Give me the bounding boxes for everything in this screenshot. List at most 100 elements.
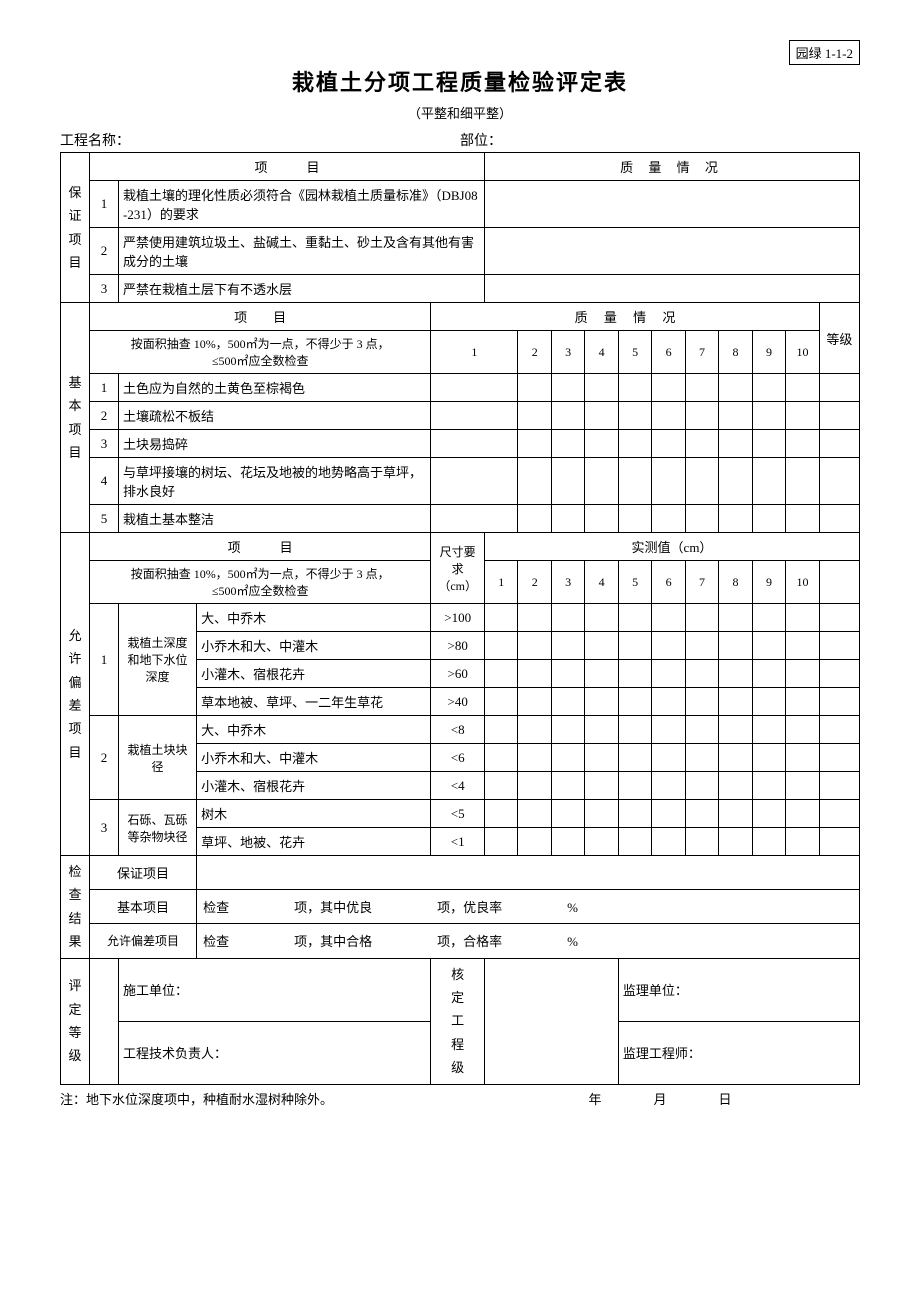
- value-cell[interactable]: [585, 660, 618, 688]
- value-cell[interactable]: [752, 604, 785, 632]
- value-cell[interactable]: [786, 800, 819, 828]
- value-cell[interactable]: [719, 716, 752, 744]
- value-cell[interactable]: [685, 458, 718, 505]
- value-cell[interactable]: [752, 505, 785, 533]
- value-cell[interactable]: [719, 458, 752, 505]
- value-cell[interactable]: [585, 716, 618, 744]
- results-basic-text[interactable]: 检查 项，其中优良 项，优良率 %: [197, 890, 860, 924]
- value-cell[interactable]: [551, 800, 584, 828]
- value-cell[interactable]: [484, 604, 517, 632]
- value-cell[interactable]: [752, 772, 785, 800]
- value-cell[interactable]: [719, 604, 752, 632]
- value-cell[interactable]: [618, 430, 651, 458]
- value-cell[interactable]: [752, 716, 785, 744]
- value-cell[interactable]: [752, 632, 785, 660]
- value-cell[interactable]: [752, 374, 785, 402]
- value-cell[interactable]: [819, 632, 859, 660]
- value-cell[interactable]: [719, 374, 752, 402]
- value-cell[interactable]: [618, 458, 651, 505]
- value-cell[interactable]: [685, 744, 718, 772]
- value-cell[interactable]: [786, 632, 819, 660]
- value-cell[interactable]: [819, 604, 859, 632]
- value-cell[interactable]: [518, 800, 551, 828]
- value-cell[interactable]: [431, 458, 518, 505]
- value-cell[interactable]: [551, 632, 584, 660]
- value-cell[interactable]: [685, 632, 718, 660]
- value-cell[interactable]: [585, 772, 618, 800]
- value-cell[interactable]: [518, 744, 551, 772]
- value-cell[interactable]: [819, 505, 859, 533]
- value-cell[interactable]: [618, 505, 651, 533]
- value-cell[interactable]: [652, 744, 685, 772]
- value-cell[interactable]: [618, 744, 651, 772]
- value-cell[interactable]: [685, 430, 718, 458]
- value-cell[interactable]: [719, 660, 752, 688]
- value-cell[interactable]: [618, 716, 651, 744]
- value-cell[interactable]: [819, 744, 859, 772]
- value-cell[interactable]: [719, 430, 752, 458]
- approve-grade-value[interactable]: [484, 958, 618, 1084]
- value-cell[interactable]: [484, 660, 517, 688]
- value-cell[interactable]: [752, 800, 785, 828]
- value-cell[interactable]: [585, 430, 618, 458]
- value-cell[interactable]: [786, 505, 819, 533]
- supervise-unit[interactable]: 监理单位：: [618, 958, 859, 1021]
- value-cell[interactable]: [484, 828, 517, 856]
- value-cell[interactable]: [685, 772, 718, 800]
- value-cell[interactable]: [518, 374, 551, 402]
- value-cell[interactable]: [484, 744, 517, 772]
- rating-grade-value[interactable]: [90, 958, 119, 1084]
- value-cell[interactable]: [518, 660, 551, 688]
- value-cell[interactable]: [685, 800, 718, 828]
- value-cell[interactable]: [518, 458, 551, 505]
- value-cell[interactable]: [585, 800, 618, 828]
- value-cell[interactable]: [484, 800, 517, 828]
- value-cell[interactable]: [719, 800, 752, 828]
- value-cell[interactable]: [819, 430, 859, 458]
- value-cell[interactable]: [652, 772, 685, 800]
- value-cell[interactable]: [551, 660, 584, 688]
- value-cell[interactable]: [719, 744, 752, 772]
- value-cell[interactable]: [786, 828, 819, 856]
- tech-leader[interactable]: 工程技术负责人：: [119, 1021, 431, 1084]
- value-cell[interactable]: [518, 505, 551, 533]
- value-cell[interactable]: [719, 505, 752, 533]
- value-cell[interactable]: [752, 430, 785, 458]
- value-cell[interactable]: [585, 604, 618, 632]
- value-cell[interactable]: [551, 744, 584, 772]
- value-cell[interactable]: [618, 374, 651, 402]
- construction-unit[interactable]: 施工单位：: [119, 958, 431, 1021]
- value-cell[interactable]: [719, 632, 752, 660]
- value-cell[interactable]: [551, 604, 584, 632]
- value-cell[interactable]: [518, 688, 551, 716]
- value-cell[interactable]: [685, 604, 718, 632]
- value-cell[interactable]: [786, 688, 819, 716]
- value-cell[interactable]: [551, 716, 584, 744]
- value-cell[interactable]: [431, 374, 518, 402]
- value-cell[interactable]: [652, 632, 685, 660]
- value-cell[interactable]: [484, 716, 517, 744]
- value-cell[interactable]: [585, 374, 618, 402]
- value-cell[interactable]: [585, 632, 618, 660]
- value-cell[interactable]: [819, 458, 859, 505]
- value-cell[interactable]: [786, 458, 819, 505]
- value-cell[interactable]: [652, 604, 685, 632]
- value-cell[interactable]: [484, 632, 517, 660]
- value-cell[interactable]: [786, 374, 819, 402]
- value-cell[interactable]: [618, 688, 651, 716]
- value-cell[interactable]: [551, 688, 584, 716]
- value-cell[interactable]: [551, 458, 584, 505]
- value-cell[interactable]: [551, 430, 584, 458]
- value-cell[interactable]: [819, 772, 859, 800]
- value-cell[interactable]: [685, 505, 718, 533]
- value-cell[interactable]: [786, 744, 819, 772]
- value-cell[interactable]: [719, 772, 752, 800]
- value-cell[interactable]: [618, 828, 651, 856]
- value-cell[interactable]: [431, 402, 518, 430]
- value-cell[interactable]: [685, 660, 718, 688]
- value-cell[interactable]: [518, 402, 551, 430]
- value-cell[interactable]: [652, 688, 685, 716]
- value-cell[interactable]: [786, 604, 819, 632]
- value-cell[interactable]: [786, 772, 819, 800]
- value-cell[interactable]: [618, 604, 651, 632]
